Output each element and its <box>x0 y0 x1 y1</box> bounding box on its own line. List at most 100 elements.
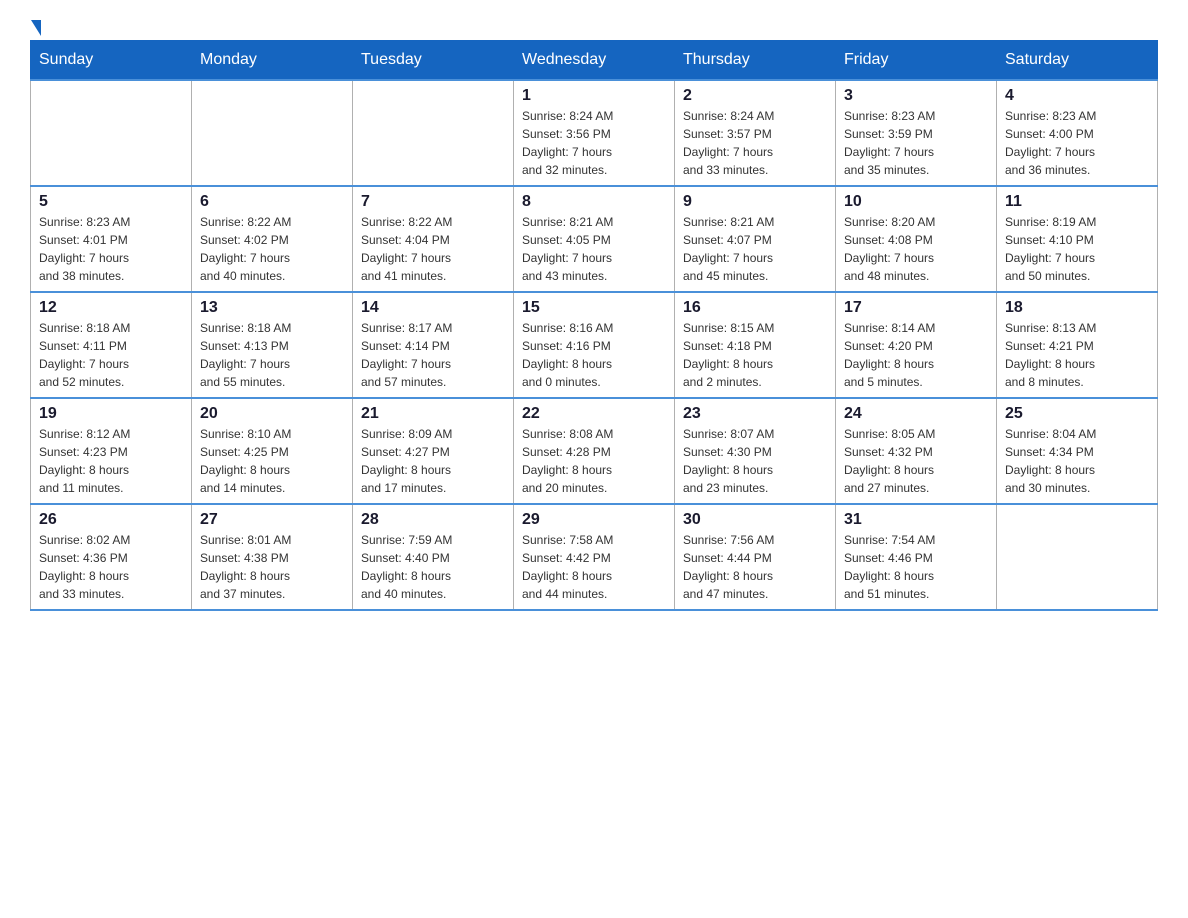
logo <box>30 20 41 30</box>
calendar-header-row: SundayMondayTuesdayWednesdayThursdayFrid… <box>31 41 1158 81</box>
day-number: 13 <box>200 299 344 317</box>
day-info: Sunrise: 8:04 AM Sunset: 4:34 PM Dayligh… <box>1005 425 1149 497</box>
day-number: 27 <box>200 511 344 529</box>
calendar-cell: 19 Sunrise: 8:12 AM Sunset: 4:23 PM Dayli… <box>31 398 192 504</box>
day-number: 17 <box>844 299 988 317</box>
day-info: Sunrise: 8:24 AM Sunset: 3:57 PM Dayligh… <box>683 107 827 179</box>
calendar-cell: 3Sunrise: 8:23 AM Sunset: 3:59 PM Daylig… <box>836 80 997 186</box>
day-info: Sunrise: 8:21 AM Sunset: 4:07 PM Dayligh… <box>683 213 827 285</box>
day-info: Sunrise: 8:24 AM Sunset: 3:56 PM Dayligh… <box>522 107 666 179</box>
day-number: 23 <box>683 405 827 423</box>
calendar-cell: 10 Sunrise: 8:20 AM Sunset: 4:08 PM Dayli… <box>836 186 997 292</box>
day-number: 11 <box>1005 193 1149 211</box>
calendar-table: SundayMondayTuesdayWednesdayThursdayFrid… <box>30 40 1158 611</box>
calendar-cell <box>997 504 1158 610</box>
day-info: Sunrise: 8:18 AM Sunset: 4:11 PM Dayligh… <box>39 319 183 391</box>
calendar-cell: 24Sunrise: 8:05 AM Sunset: 4:32 PM Dayli… <box>836 398 997 504</box>
calendar-cell: 28 Sunrise: 7:59 AM Sunset: 4:40 PM Dayli… <box>353 504 514 610</box>
calendar-cell: 30 Sunrise: 7:56 AM Sunset: 4:44 PM Dayli… <box>675 504 836 610</box>
day-info: Sunrise: 8:23 AM Sunset: 4:00 PM Dayligh… <box>1005 107 1149 179</box>
calendar-cell: 13 Sunrise: 8:18 AM Sunset: 4:13 PM Dayli… <box>192 292 353 398</box>
calendar-week-row: 12 Sunrise: 8:18 AM Sunset: 4:11 PM Dayli… <box>31 292 1158 398</box>
calendar-cell: 27 Sunrise: 8:01 AM Sunset: 4:38 PM Dayli… <box>192 504 353 610</box>
day-number: 12 <box>39 299 183 317</box>
day-number: 20 <box>200 405 344 423</box>
day-info: Sunrise: 8:07 AM Sunset: 4:30 PM Dayligh… <box>683 425 827 497</box>
calendar-cell: 11 Sunrise: 8:19 AM Sunset: 4:10 PM Dayli… <box>997 186 1158 292</box>
calendar-cell <box>31 80 192 186</box>
day-number: 16 <box>683 299 827 317</box>
day-info: Sunrise: 7:54 AM Sunset: 4:46 PM Dayligh… <box>844 531 988 603</box>
day-number: 6 <box>200 193 344 211</box>
day-info: Sunrise: 8:17 AM Sunset: 4:14 PM Dayligh… <box>361 319 505 391</box>
calendar-cell: 9 Sunrise: 8:21 AM Sunset: 4:07 PM Daylig… <box>675 186 836 292</box>
day-info: Sunrise: 8:12 AM Sunset: 4:23 PM Dayligh… <box>39 425 183 497</box>
day-number: 14 <box>361 299 505 317</box>
day-number: 26 <box>39 511 183 529</box>
weekday-header-saturday: Saturday <box>997 41 1158 81</box>
day-info: Sunrise: 8:21 AM Sunset: 4:05 PM Dayligh… <box>522 213 666 285</box>
day-info: Sunrise: 8:16 AM Sunset: 4:16 PM Dayligh… <box>522 319 666 391</box>
calendar-cell: 7 Sunrise: 8:22 AM Sunset: 4:04 PM Daylig… <box>353 186 514 292</box>
day-info: Sunrise: 8:23 AM Sunset: 4:01 PM Dayligh… <box>39 213 183 285</box>
day-number: 9 <box>683 193 827 211</box>
calendar-cell: 1 Sunrise: 8:24 AM Sunset: 3:56 PM Daylig… <box>514 80 675 186</box>
day-info: Sunrise: 8:09 AM Sunset: 4:27 PM Dayligh… <box>361 425 505 497</box>
weekday-header-wednesday: Wednesday <box>514 41 675 81</box>
day-info: Sunrise: 8:08 AM Sunset: 4:28 PM Dayligh… <box>522 425 666 497</box>
calendar-cell: 5 Sunrise: 8:23 AM Sunset: 4:01 PM Daylig… <box>31 186 192 292</box>
day-number: 15 <box>522 299 666 317</box>
calendar-cell: 26 Sunrise: 8:02 AM Sunset: 4:36 PM Dayli… <box>31 504 192 610</box>
calendar-week-row: 5 Sunrise: 8:23 AM Sunset: 4:01 PM Daylig… <box>31 186 1158 292</box>
day-info: Sunrise: 8:19 AM Sunset: 4:10 PM Dayligh… <box>1005 213 1149 285</box>
weekday-header-sunday: Sunday <box>31 41 192 81</box>
weekday-header-thursday: Thursday <box>675 41 836 81</box>
day-info: Sunrise: 8:20 AM Sunset: 4:08 PM Dayligh… <box>844 213 988 285</box>
day-number: 10 <box>844 193 988 211</box>
logo-arrow-icon <box>31 20 41 36</box>
day-number: 8 <box>522 193 666 211</box>
day-number: 5 <box>39 193 183 211</box>
day-number: 1 <box>522 87 666 105</box>
day-number: 22 <box>522 405 666 423</box>
calendar-cell: 16 Sunrise: 8:15 AM Sunset: 4:18 PM Dayli… <box>675 292 836 398</box>
calendar-cell: 31 Sunrise: 7:54 AM Sunset: 4:46 PM Dayli… <box>836 504 997 610</box>
day-number: 28 <box>361 511 505 529</box>
calendar-cell <box>192 80 353 186</box>
day-info: Sunrise: 8:13 AM Sunset: 4:21 PM Dayligh… <box>1005 319 1149 391</box>
calendar-cell: 20Sunrise: 8:10 AM Sunset: 4:25 PM Dayli… <box>192 398 353 504</box>
day-number: 19 <box>39 405 183 423</box>
calendar-cell: 12 Sunrise: 8:18 AM Sunset: 4:11 PM Dayli… <box>31 292 192 398</box>
calendar-week-row: 26 Sunrise: 8:02 AM Sunset: 4:36 PM Dayli… <box>31 504 1158 610</box>
day-info: Sunrise: 8:15 AM Sunset: 4:18 PM Dayligh… <box>683 319 827 391</box>
calendar-cell: 22 Sunrise: 8:08 AM Sunset: 4:28 PM Dayli… <box>514 398 675 504</box>
day-number: 25 <box>1005 405 1149 423</box>
day-info: Sunrise: 8:02 AM Sunset: 4:36 PM Dayligh… <box>39 531 183 603</box>
calendar-cell: 17 Sunrise: 8:14 AM Sunset: 4:20 PM Dayli… <box>836 292 997 398</box>
day-info: Sunrise: 7:56 AM Sunset: 4:44 PM Dayligh… <box>683 531 827 603</box>
calendar-week-row: 19 Sunrise: 8:12 AM Sunset: 4:23 PM Dayli… <box>31 398 1158 504</box>
calendar-cell: 29Sunrise: 7:58 AM Sunset: 4:42 PM Dayli… <box>514 504 675 610</box>
calendar-week-row: 1 Sunrise: 8:24 AM Sunset: 3:56 PM Daylig… <box>31 80 1158 186</box>
calendar-cell: 2Sunrise: 8:24 AM Sunset: 3:57 PM Daylig… <box>675 80 836 186</box>
calendar-cell: 6 Sunrise: 8:22 AM Sunset: 4:02 PM Daylig… <box>192 186 353 292</box>
calendar-cell: 15 Sunrise: 8:16 AM Sunset: 4:16 PM Dayli… <box>514 292 675 398</box>
day-info: Sunrise: 8:01 AM Sunset: 4:38 PM Dayligh… <box>200 531 344 603</box>
weekday-header-friday: Friday <box>836 41 997 81</box>
day-info: Sunrise: 8:22 AM Sunset: 4:04 PM Dayligh… <box>361 213 505 285</box>
day-number: 31 <box>844 511 988 529</box>
calendar-cell: 25 Sunrise: 8:04 AM Sunset: 4:34 PM Dayli… <box>997 398 1158 504</box>
calendar-cell: 21Sunrise: 8:09 AM Sunset: 4:27 PM Dayli… <box>353 398 514 504</box>
day-number: 29 <box>522 511 666 529</box>
calendar-cell: 14 Sunrise: 8:17 AM Sunset: 4:14 PM Dayli… <box>353 292 514 398</box>
day-info: Sunrise: 7:59 AM Sunset: 4:40 PM Dayligh… <box>361 531 505 603</box>
day-info: Sunrise: 8:22 AM Sunset: 4:02 PM Dayligh… <box>200 213 344 285</box>
day-number: 7 <box>361 193 505 211</box>
day-number: 30 <box>683 511 827 529</box>
weekday-header-monday: Monday <box>192 41 353 81</box>
weekday-header-tuesday: Tuesday <box>353 41 514 81</box>
day-info: Sunrise: 8:14 AM Sunset: 4:20 PM Dayligh… <box>844 319 988 391</box>
calendar-cell: 23 Sunrise: 8:07 AM Sunset: 4:30 PM Dayli… <box>675 398 836 504</box>
day-info: Sunrise: 8:18 AM Sunset: 4:13 PM Dayligh… <box>200 319 344 391</box>
day-number: 3 <box>844 87 988 105</box>
